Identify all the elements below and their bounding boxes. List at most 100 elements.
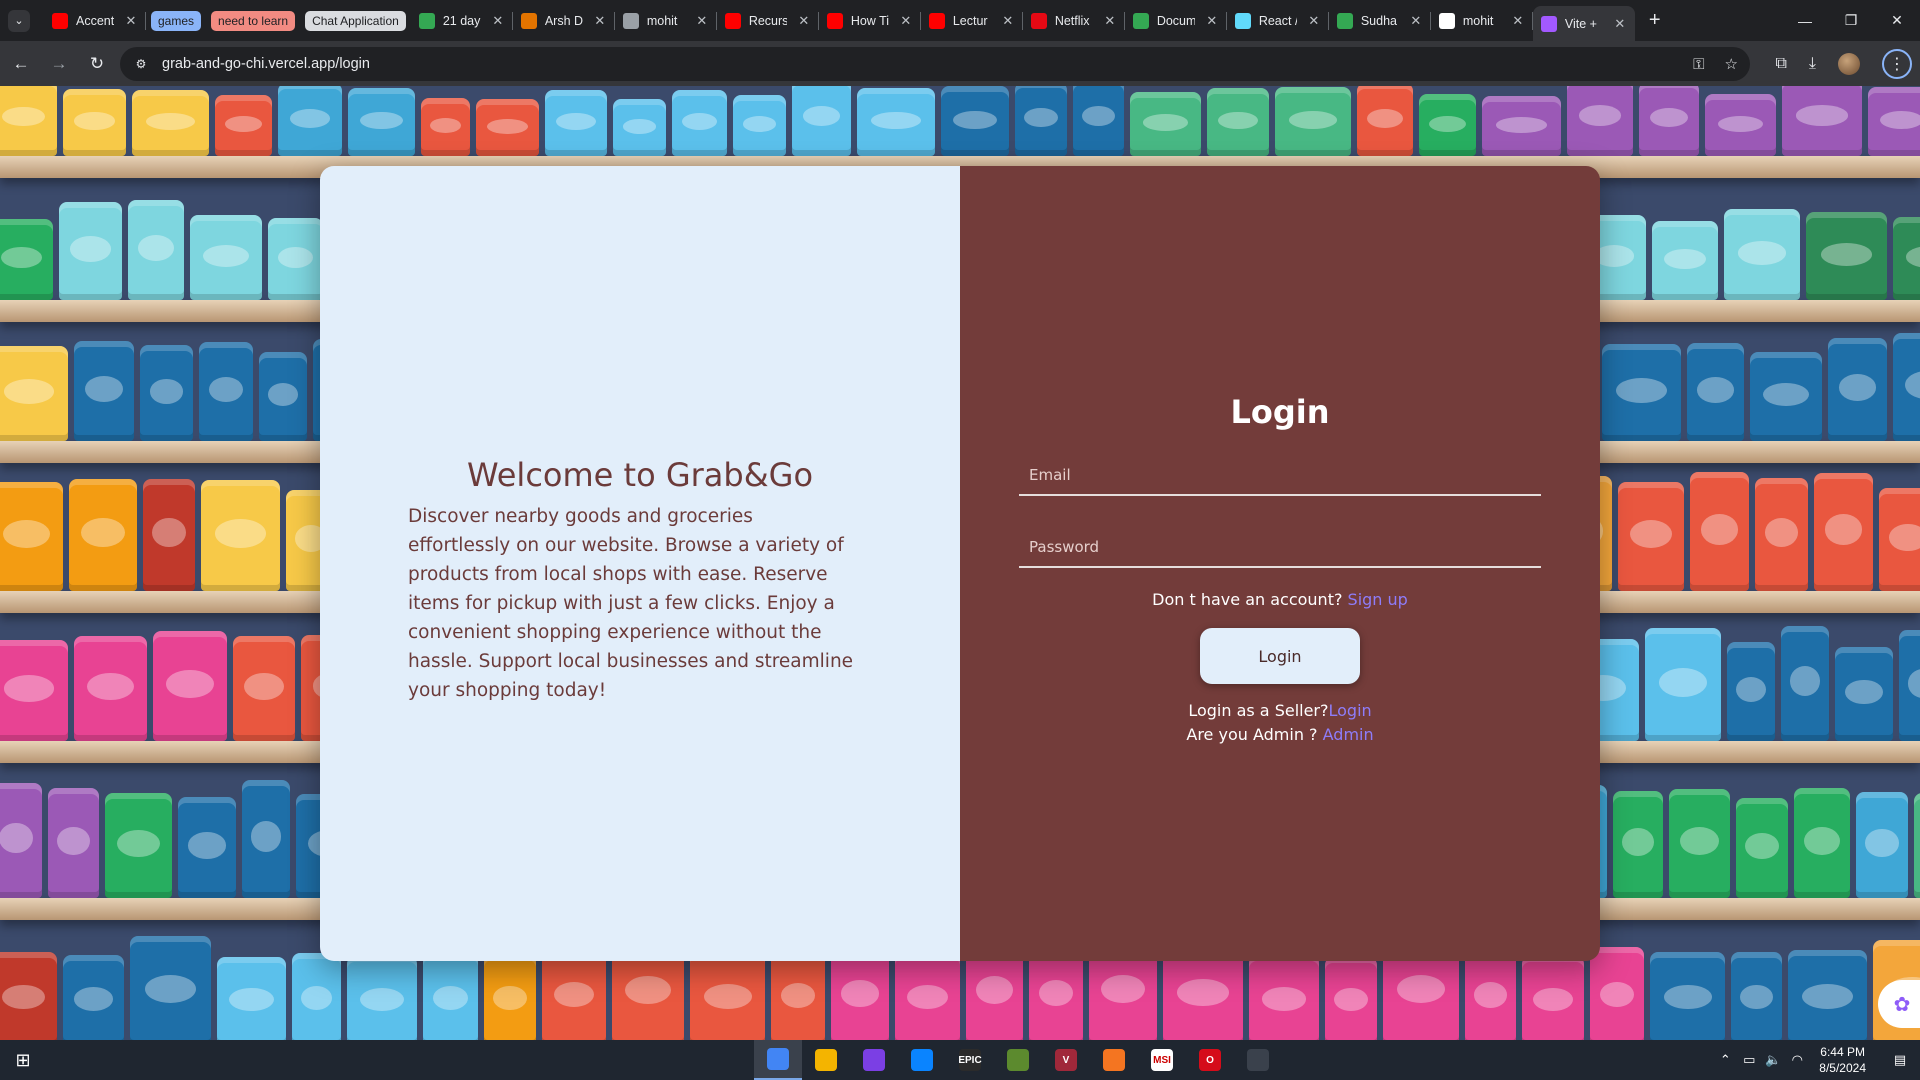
taskbar-app[interactable]: MSI [1138,1040,1186,1080]
product-package [941,86,1009,156]
browser-tab[interactable]: Arsh D ✕ [513,0,615,41]
product-package [1207,88,1269,156]
tab-close-icon[interactable]: ✕ [1205,13,1219,29]
reload-icon[interactable]: ↻ [80,47,114,81]
bookmark-star-icon[interactable]: ☆ [1725,55,1738,73]
browser-tab[interactable]: Recurs ✕ [717,0,819,41]
browser-tab[interactable]: Lectur ✕ [921,0,1023,41]
tab-close-icon[interactable]: ✕ [797,13,811,29]
taskbar-app[interactable] [850,1040,898,1080]
product-package [1482,96,1561,156]
tab-label: Accent [76,13,114,28]
close-window-icon[interactable]: ✕ [1874,0,1920,41]
tab-group-chip[interactable]: Chat Application [305,10,406,31]
taskbar-app[interactable]: V [1042,1040,1090,1080]
taskbar-app[interactable] [1090,1040,1138,1080]
product-package [1750,352,1822,441]
site-settings-icon[interactable]: ⚙ [130,53,152,75]
product-package [1879,488,1920,591]
tab-close-icon[interactable]: ✕ [491,13,505,29]
product-package [1465,948,1516,1040]
browser-menu-icon[interactable]: ⋮ [1882,48,1912,79]
product-package [63,955,124,1040]
product-package [140,345,193,441]
tab-group-chip[interactable]: games [151,10,202,31]
seller-login-link[interactable]: Login [1329,701,1372,720]
taskbar-app[interactable] [802,1040,850,1080]
taskbar-app[interactable] [1234,1040,1282,1080]
browser-tab[interactable]: How Ti ✕ [819,0,921,41]
taskbar-app[interactable] [898,1040,946,1080]
restore-icon[interactable]: ❐ [1828,0,1874,41]
browser-tab[interactable]: mohit ✕ [615,0,717,41]
profile-avatar[interactable] [1838,52,1860,75]
tab-close-icon[interactable]: ✕ [593,13,607,29]
product-package [347,956,417,1040]
battery-icon[interactable]: ▭ [1737,1052,1761,1068]
product-package [1727,642,1775,741]
browser-tab[interactable]: Docum ✕ [1125,0,1227,41]
vite-icon [1540,15,1557,32]
taskbar-app[interactable]: O [1186,1040,1234,1080]
signup-prompt: Don t have an account? [1152,590,1348,609]
email-field[interactable] [1019,456,1541,496]
wifi-icon[interactable]: ◠ [1785,1052,1809,1068]
extensions-icon[interactable]: ⧉ [1775,55,1786,73]
browser-tab[interactable]: mohit ✕ [1431,0,1533,41]
volume-icon[interactable]: 🔈 [1761,1052,1785,1068]
taskbar-app[interactable] [994,1040,1042,1080]
address-bar[interactable]: ⚙ grab-and-go-chi.vercel.app/login ⚿ ☆ [120,47,1750,81]
browser-tab[interactable]: 21 day ✕ [411,0,513,41]
tab-group-chip[interactable]: need to learn [211,10,296,31]
taskbar-app[interactable]: EPIC [946,1040,994,1080]
browser-tab[interactable]: Sudha ✕ [1329,0,1431,41]
password-key-icon[interactable]: ⚿ [1693,56,1704,73]
taskbar-clock[interactable]: 6:44 PM 8/5/2024 [1819,1044,1866,1076]
youtube-icon [52,12,68,29]
minimize-icon[interactable]: — [1782,0,1828,41]
drive-icon [418,12,435,29]
product-package [1736,798,1788,898]
browser-tab-active[interactable]: Vite + ✕ [1532,6,1635,41]
tab-close-icon[interactable]: ✕ [899,13,913,29]
product-package [130,936,211,1040]
signup-link[interactable]: Sign up [1348,590,1408,609]
product-package [201,480,280,591]
product-package [1419,94,1476,156]
tab-close-icon[interactable]: ✕ [695,13,709,29]
url-text[interactable]: grab-and-go-chi.vercel.app/login [162,56,370,72]
back-icon[interactable]: ← [4,47,38,81]
windows-start-icon[interactable]: ⊞ [0,1040,46,1080]
product-package [1645,628,1721,741]
new-tab-button[interactable]: + [1649,9,1661,32]
tab-close-icon[interactable]: ✕ [1409,13,1423,29]
floating-assistant-icon[interactable]: ✿ [1878,980,1920,1028]
browser-tab[interactable]: Accent ✕ [44,0,146,41]
tab-close-icon[interactable]: ✕ [1613,16,1627,32]
browser-tab[interactable]: Netflix ✕ [1023,0,1125,41]
download-icon[interactable]: ⤓ [1809,55,1816,73]
tab-label: React / [1258,13,1297,28]
browser-tab-bar: ⌄ Accent ✕ games need to learn Chat Applicat… [0,0,1920,41]
tab-close-icon[interactable]: ✕ [124,13,138,29]
tab-close-icon[interactable]: ✕ [1511,13,1525,29]
tab-search-icon[interactable]: ⌄ [8,9,30,32]
vscode-icon [911,1049,933,1071]
tab-close-icon[interactable]: ✕ [1103,13,1117,29]
forward-icon[interactable]: → [42,47,76,81]
notification-icon[interactable]: ▤ [1880,1040,1920,1080]
product-package [1705,94,1776,156]
password-field[interactable] [1019,528,1541,568]
login-button[interactable]: Login [1200,628,1360,684]
tray-chevron-icon[interactable]: ⌃ [1713,1052,1737,1068]
taskbar-app[interactable] [754,1040,802,1080]
tab-close-icon[interactable]: ✕ [1001,13,1015,29]
admin-link[interactable]: Admin [1323,725,1374,744]
browser-tab[interactable]: React / ✕ [1227,0,1329,41]
login-title: Login [1230,393,1330,431]
tab-close-icon[interactable]: ✕ [1307,13,1321,29]
login-card: Welcome to Grab&Go Discover nearby goods… [320,166,1600,961]
clock-time: 6:44 PM [1820,1045,1865,1059]
link-icon [622,12,639,29]
product-package [0,86,57,156]
